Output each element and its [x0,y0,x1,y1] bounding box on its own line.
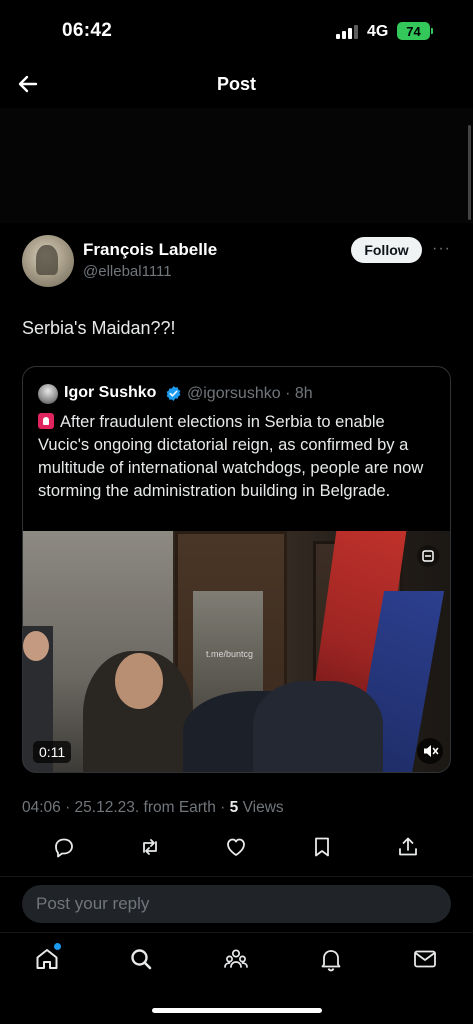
page-title: Post [0,74,473,95]
post-timestamp: 04:06 · 25.12.23. from Earth · [22,799,230,816]
more-options-icon[interactable]: ··· [432,240,451,258]
like-button[interactable] [223,834,249,860]
home-unread-dot [54,943,61,950]
tweet-text: Serbia's Maidan??! [22,318,176,338]
siren-emoji-icon [38,413,54,429]
divider [0,876,473,877]
like-icon [227,838,245,856]
battery-level: 74 [406,23,421,39]
page-title-text: Post [216,74,256,94]
search-icon [131,949,152,970]
nav-messages[interactable] [411,945,439,973]
video-duration: 0:11 [33,741,72,763]
quote-text-block: After fraudulent elections in Serbia to … [38,411,438,503]
bookmark-button[interactable] [309,834,335,860]
reply-button[interactable] [51,834,77,860]
mute-button[interactable] [417,738,443,764]
home-indicator[interactable] [152,1008,322,1013]
bookmark-icon [315,837,329,857]
video-settings-icon[interactable] [417,545,439,567]
content-spacer [0,108,473,223]
communities-icon [224,949,248,968]
speaker-muted-icon [424,745,439,757]
video-person-head [115,653,163,709]
quote-tweet-card[interactable]: Igor Sushko @igorsushko · 8h After fraud… [22,366,451,773]
screen: 06:42 4G 74 Post François Labelle @elleb… [0,0,473,1024]
repost-button[interactable] [137,834,163,860]
quote-author-name: Igor Sushko [64,384,157,401]
signal-icon [336,25,358,39]
scrollbar[interactable] [468,125,471,220]
nav-notifications[interactable] [317,945,345,973]
quote-author-avatar [38,384,58,404]
views-label: Views [238,799,284,816]
author-handle[interactable]: @ellebal1111 [83,263,172,280]
author-name[interactable]: François Labelle [83,240,217,260]
share-icon [399,837,417,856]
nav-communities[interactable] [222,945,250,973]
follow-button[interactable]: Follow [351,237,422,263]
post-metadata: 04:06 · 25.12.23. from Earth · 5 Views [22,799,284,817]
reply-icon [55,838,73,858]
share-button[interactable] [395,834,421,860]
battery-tip [431,28,433,34]
status-time: 06:42 [62,20,113,41]
video-crowd-right [253,681,383,772]
video-watermark: t.me/buntcg [206,649,254,659]
video-person-left-head [23,631,49,661]
quote-author-handle: @igorsushko · 8h [187,385,313,402]
views-count[interactable]: 5 [230,799,239,816]
notifications-icon [321,950,341,972]
messages-icon [414,950,436,968]
quote-text: After fraudulent elections in Serbia to … [38,413,424,500]
verified-badge-icon [166,386,181,401]
repost-icon [143,839,157,855]
reply-input[interactable] [22,885,451,923]
author-avatar[interactable] [22,235,74,287]
network-type: 4G [367,23,389,40]
nav-search[interactable] [127,945,155,973]
nav-header: Post [0,62,473,108]
battery-icon: 74 [397,22,430,40]
status-bar: 06:42 4G 74 [0,0,473,62]
video-player[interactable]: t.me/buntcg 0:11 [23,531,450,772]
